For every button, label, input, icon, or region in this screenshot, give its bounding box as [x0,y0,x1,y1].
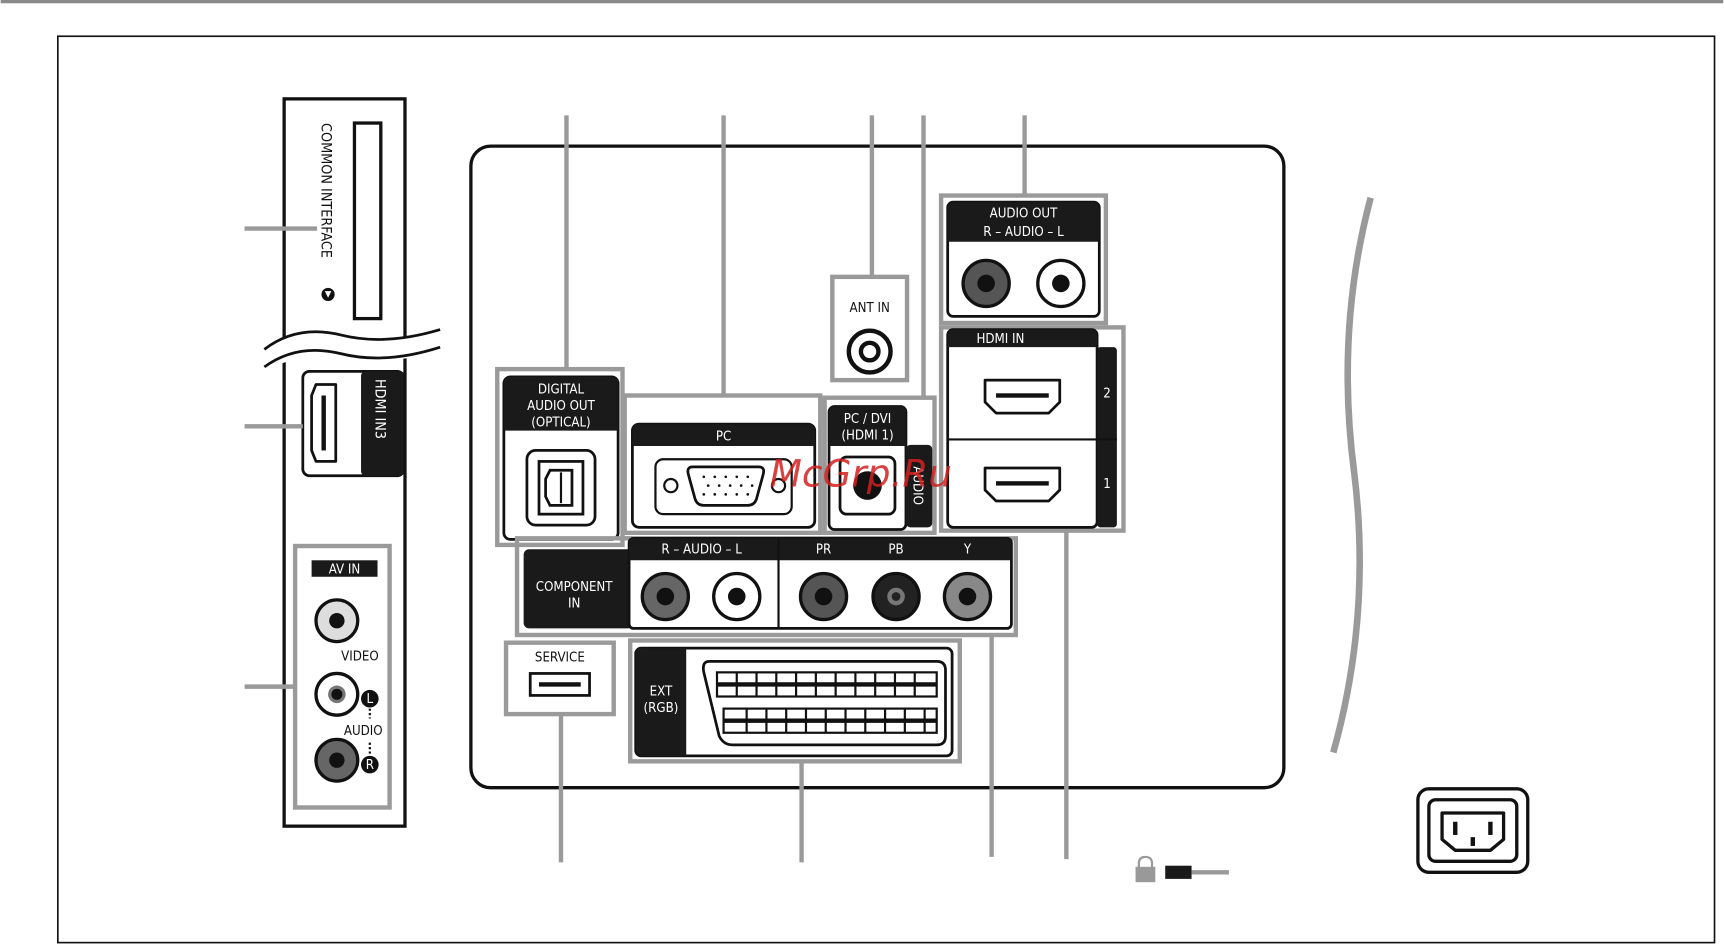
side-panel: COMMON INTERFACE HDMI IN3 AV IN VIDEO L … [263,97,441,828]
top-rule [0,0,1724,4]
digital-audio-out-optical: DIGITAL AUDIO OUT (OPTICAL) [495,366,625,548]
ext-rgb-scart-group: EXT (RGB) [627,638,962,764]
panel-break-curve [1330,196,1374,754]
audio-out-group: AUDIO OUT R – AUDIO – L [938,193,1109,326]
video-label: VIDEO [341,649,379,664]
hdmi-port-1-label: 1 [1103,477,1111,492]
hdmi-port-2-label: 2 [1103,387,1111,402]
audio-l-label: L [367,692,374,707]
component-label-2: IN [568,597,580,612]
tv-rear-panel-diagram: COMMON INTERFACE HDMI IN3 AV IN VIDEO L … [0,0,1724,944]
pc-dvi-label-1: PC / DVI [844,412,891,427]
digital-label-3: (OPTICAL) [531,415,590,430]
hdmi-in-group: HDMI IN 2 1 [938,325,1126,533]
audio-out-label: AUDIO OUT [990,207,1058,222]
coax-port-icon [846,328,893,375]
digital-label-1: DIGITAL [538,382,585,397]
power-inlet-icon [1416,787,1530,874]
component-pb-label: PB [888,543,903,558]
component-in-group: COMPONENT IN R – AUDIO – L PR PB Y [514,536,1019,638]
common-interface-label: COMMON INTERFACE [317,123,333,258]
audio-label: AUDIO [344,724,383,739]
lock-icon [1137,855,1154,868]
component-y-label: Y [963,543,972,558]
component-label-1: COMPONENT [536,580,614,595]
ant-in-label: ANT IN [850,301,890,316]
digital-label-2: AUDIO OUT [527,399,595,414]
audio-out-channels: R – AUDIO – L [983,225,1064,240]
ext-label-1: EXT [650,684,673,699]
watermark: McGrp.Ru [770,452,952,496]
ext-label-2: (RGB) [644,701,679,716]
component-pr-label: PR [816,543,831,558]
audio-r-label: R [366,758,374,773]
pc-label: PC [716,430,731,445]
component-audio-label: R – AUDIO – L [661,543,742,558]
hdmi-in3-label: HDMI IN3 [371,379,387,439]
pc-dvi-label-2: (HDMI 1) [841,428,893,443]
service-label: SERVICE [535,650,585,665]
hdmi-in3-port: HDMI IN3 [301,369,406,478]
kensington-lock [1135,855,1229,883]
hdmi-in-label: HDMI IN [976,332,1024,347]
av-in-label: AV IN [329,562,360,577]
